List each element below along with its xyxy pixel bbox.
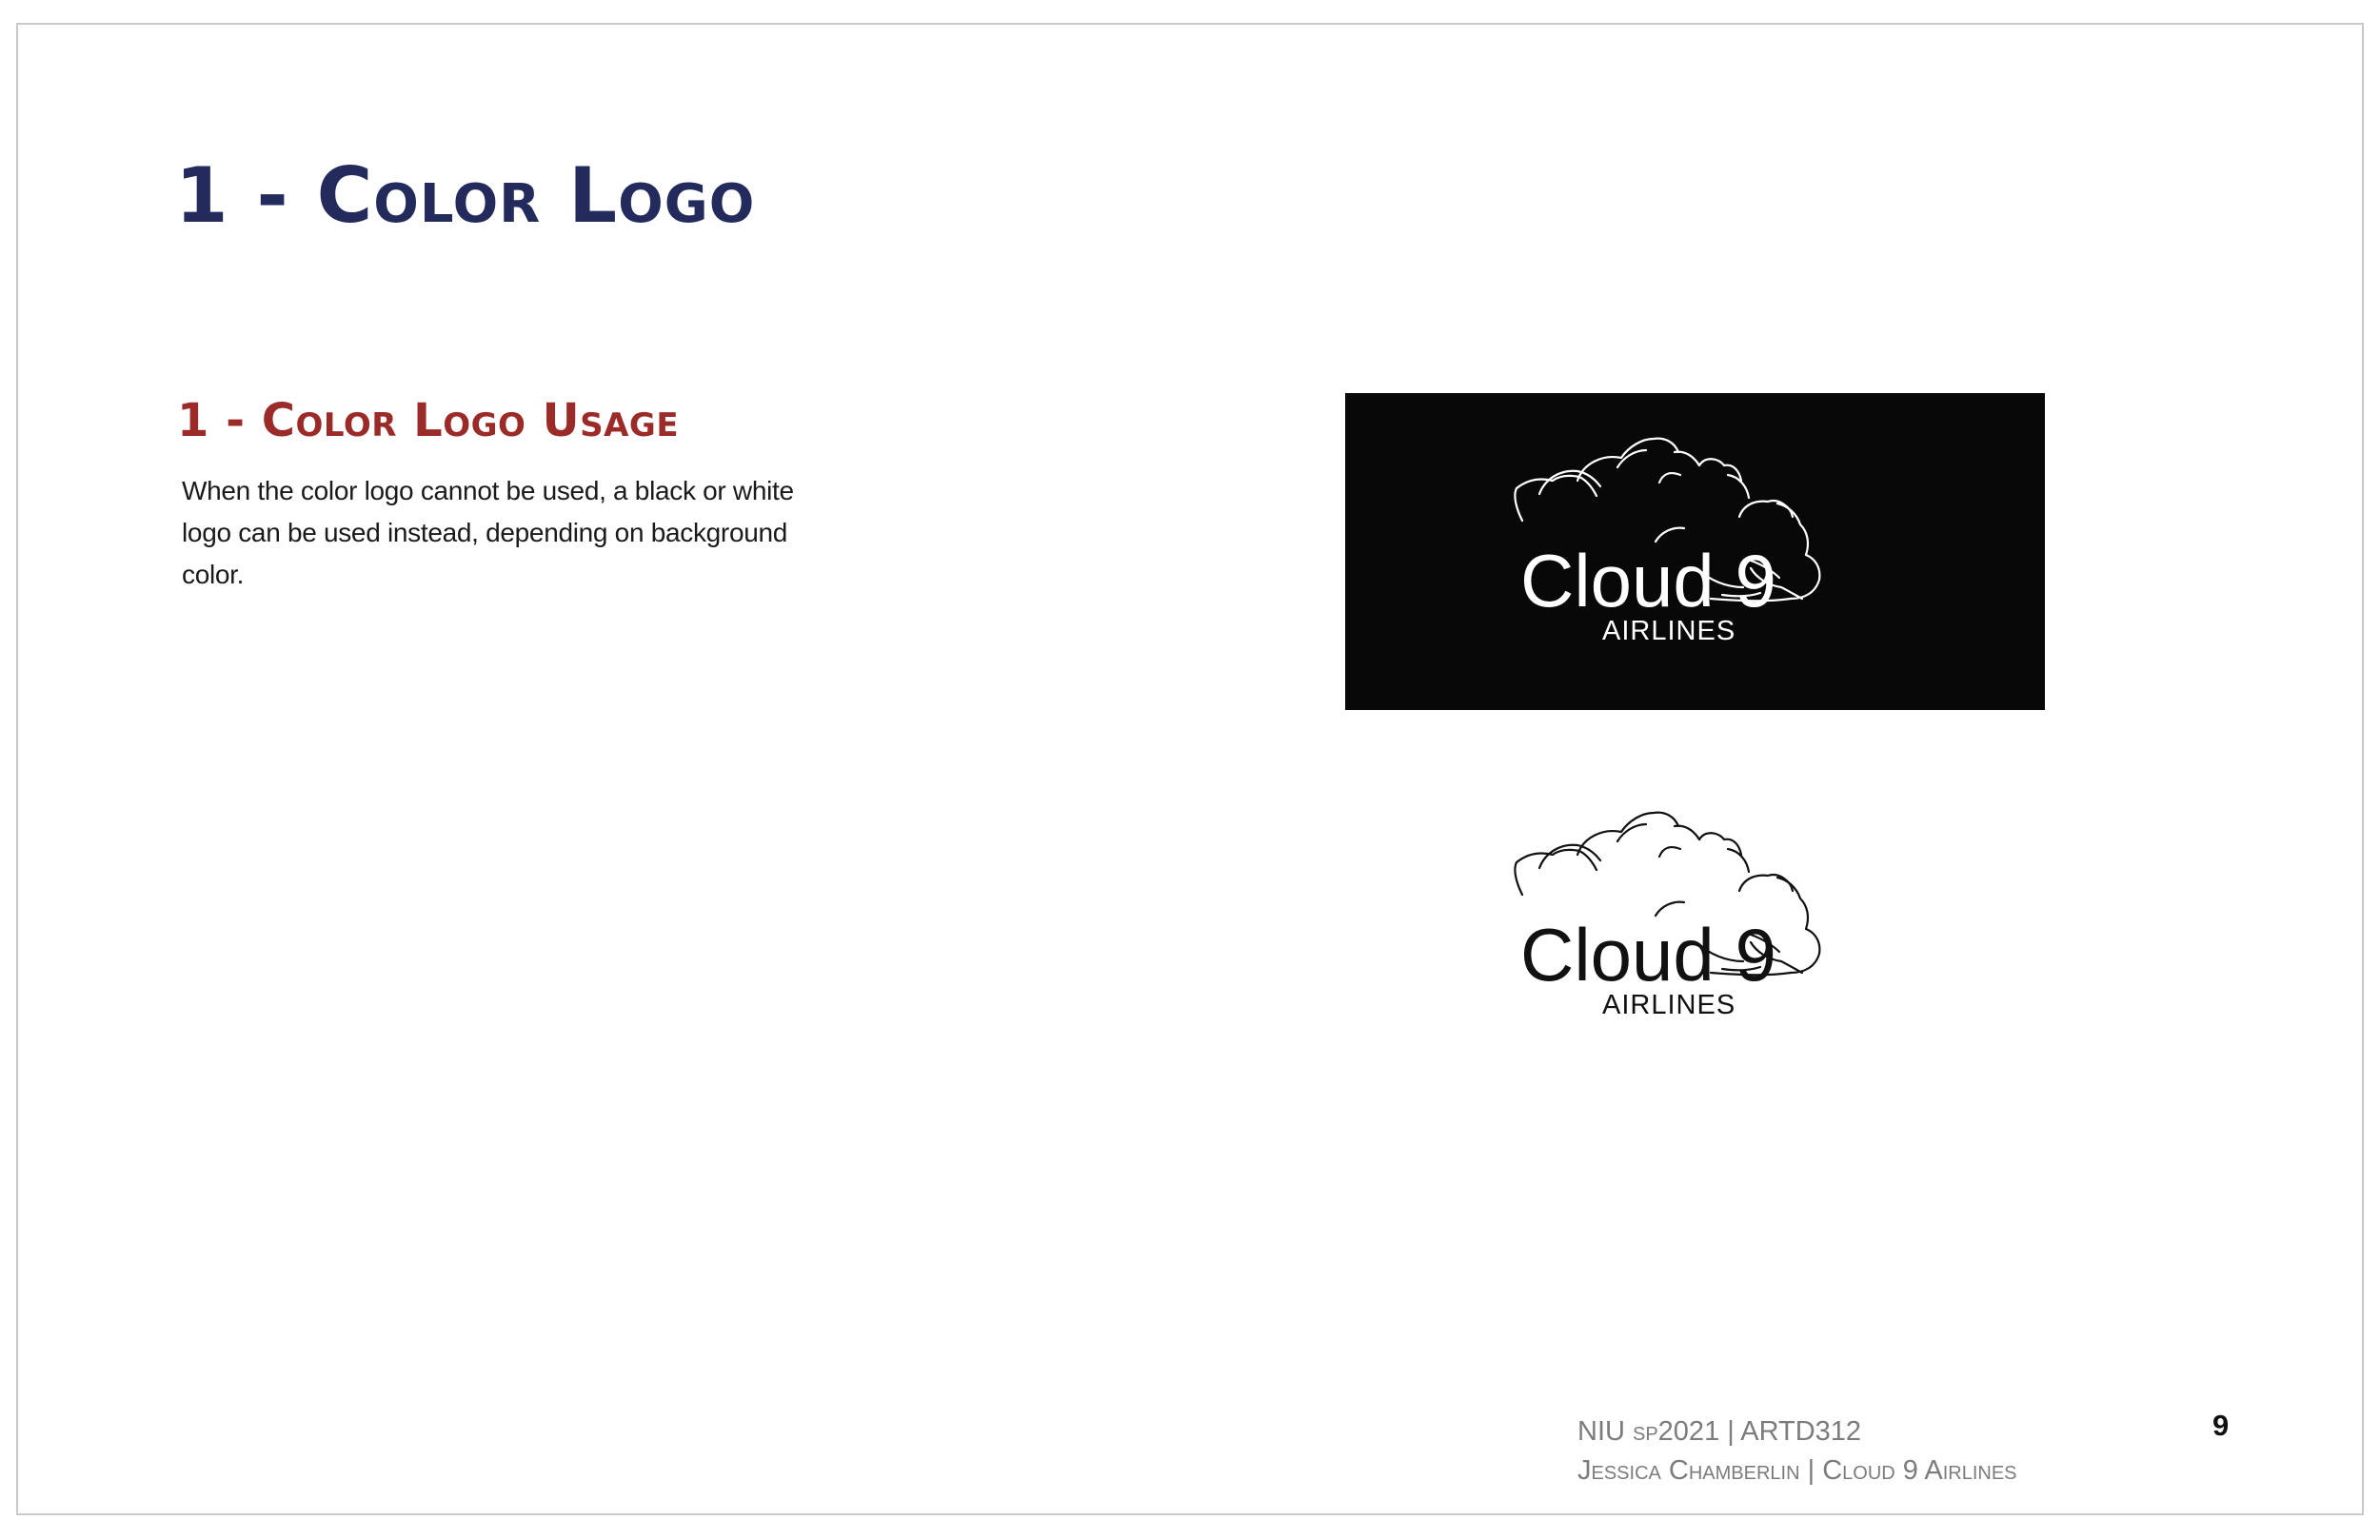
page-number: 9: [2212, 1409, 2230, 1442]
black-logo-panel: Cloud 9 AIRLINES: [1345, 393, 2045, 710]
logo-subtitle: AIRLINES: [1602, 990, 1735, 1020]
logo-wordmark: Cloud 9: [1520, 913, 1776, 997]
logo-subtitle: AIRLINES: [1602, 616, 1735, 646]
page-title: 1 - Color Logo: [175, 151, 756, 240]
document-page: 1 - Color Logo 1 - Color Logo Usage When…: [16, 23, 2364, 1515]
cloud-9-logo-black: Cloud 9 AIRLINES: [1514, 811, 1821, 1020]
section-heading: 1 - Color Logo Usage: [177, 394, 680, 447]
author-info: Jessica Chamberlin | Cloud 9 Airlines: [1577, 1455, 2017, 1486]
course-info: NIU sp2021 | ARTD312: [1577, 1416, 1862, 1447]
footer-meta: NIU sp2021 | ARTD312 Jessica Chamberlin …: [1577, 1412, 2017, 1491]
cloud-9-logo-white: Cloud 9 AIRLINES: [1514, 437, 1821, 646]
usage-description: When the color logo cannot be used, a bl…: [182, 476, 794, 589]
logo-wordmark: Cloud 9: [1520, 539, 1776, 622]
white-logo-panel: Cloud 9 AIRLINES: [1345, 767, 2045, 1053]
